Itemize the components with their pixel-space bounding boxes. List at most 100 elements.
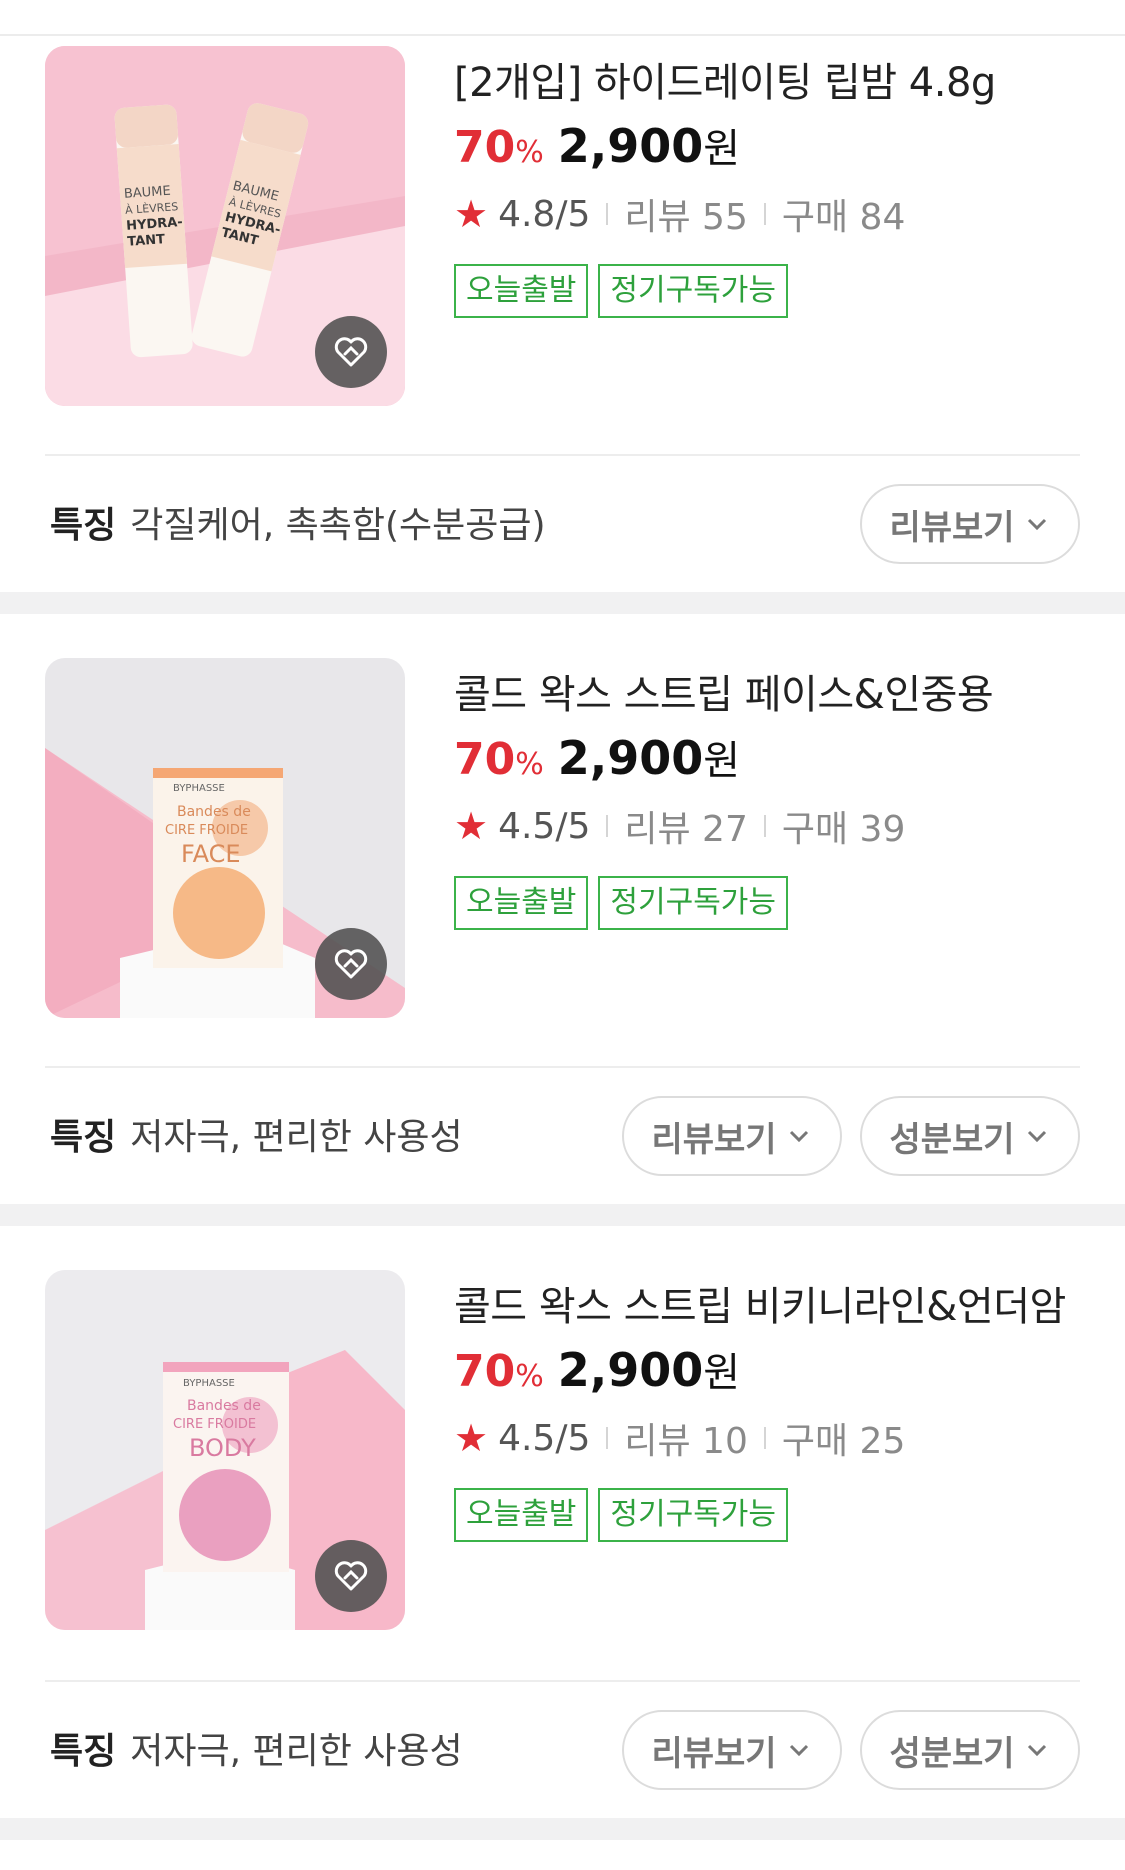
review-count: 리뷰 27 (624, 809, 748, 850)
sale-price: 2,900 (557, 1343, 704, 1397)
product-stats: ★ 4.5/5 리뷰 27 구매 39 (454, 796, 1094, 856)
stat-divider (606, 203, 609, 225)
section-separator (0, 1818, 1125, 1840)
product-title[interactable]: 콜드 왁스 스트립 비키니라인&언더암 (454, 1276, 1094, 1338)
chevron-down-icon (1027, 1130, 1046, 1143)
badge-row: 오늘출발 정기구독가능 (454, 264, 1094, 318)
badge-row: 오늘출발 정기구독가능 (454, 1488, 1094, 1542)
star-icon: ★ (454, 804, 489, 848)
review-view-label: 리뷰보기 (889, 507, 1015, 548)
badge-subscription: 정기구독가능 (598, 264, 789, 318)
heart-icon (334, 1561, 368, 1591)
stat-divider (763, 815, 766, 837)
product-image[interactable]: BAUME À LÈVRES HYDRA- TANT BAUME À LÈVRE… (45, 46, 405, 406)
ingredient-view-button[interactable]: 성분보기 (860, 1096, 1080, 1176)
stat-divider (606, 815, 609, 837)
star-icon: ★ (454, 192, 489, 236)
ingredient-view-label: 성분보기 (889, 1119, 1015, 1160)
star-icon: ★ (454, 1416, 489, 1460)
purchase-count: 구매 84 (781, 197, 906, 238)
percent-sign: % (515, 135, 544, 170)
svg-text:BYPHASSE: BYPHASSE (173, 783, 225, 794)
svg-text:Bandes de: Bandes de (177, 804, 251, 820)
svg-text:BODY: BODY (189, 1434, 256, 1462)
review-view-button[interactable]: 리뷰보기 (622, 1710, 842, 1790)
feature-label: 특징 (50, 1731, 117, 1772)
card-divider (45, 454, 1080, 456)
chevron-down-icon (1027, 518, 1046, 531)
chevron-down-icon (1027, 1744, 1046, 1757)
purchase-count: 구매 25 (781, 1421, 906, 1462)
badge-today-shipping: 오늘출발 (454, 1488, 589, 1542)
sale-price: 2,900 (557, 731, 704, 785)
ingredient-view-label: 성분보기 (889, 1733, 1015, 1774)
top-divider (0, 34, 1125, 36)
rating-value: 4.5/5 (498, 1417, 591, 1459)
svg-text:TANT: TANT (127, 232, 166, 250)
product-stats: ★ 4.8/5 리뷰 55 구매 84 (454, 184, 1094, 244)
feature-row: 특징 각질케어, 촉촉함(수분공급) (50, 482, 546, 562)
product-stats: ★ 4.5/5 리뷰 10 구매 25 (454, 1408, 1094, 1468)
section-separator (0, 1204, 1125, 1226)
discount-rate: 70 (454, 1346, 516, 1397)
product-title[interactable]: 콜드 왁스 스트립 페이스&인중용 (454, 664, 1094, 726)
review-view-label: 리뷰보기 (651, 1733, 777, 1774)
price-row: 70 % 2,900 원 (454, 1340, 1094, 1404)
svg-text:FACE: FACE (181, 840, 241, 868)
product-info: 콜드 왁스 스트립 페이스&인중용 70 % 2,900 원 ★ 4.5/5 리… (454, 664, 1094, 930)
purchase-count: 구매 39 (781, 809, 906, 850)
section-separator (0, 592, 1125, 614)
price-row: 70 % 2,900 원 (454, 116, 1094, 180)
badge-subscription: 정기구독가능 (598, 876, 789, 930)
wishlist-heart-button[interactable] (315, 316, 387, 388)
review-view-button[interactable]: 리뷰보기 (622, 1096, 842, 1176)
svg-text:Bandes de: Bandes de (187, 1398, 261, 1414)
feature-text: 저자극, 편리한 사용성 (130, 1117, 463, 1158)
ingredient-view-button[interactable]: 성분보기 (860, 1710, 1080, 1790)
svg-text:CIRE FROIDE: CIRE FROIDE (165, 823, 248, 838)
review-view-button[interactable]: 리뷰보기 (860, 484, 1080, 564)
currency-unit: 원 (703, 126, 741, 172)
sale-price: 2,900 (557, 119, 704, 173)
product-image[interactable]: BYPHASSE Bandes de CIRE FROIDE BODY (45, 1270, 405, 1630)
card-divider (45, 1066, 1080, 1068)
stat-divider (606, 1427, 609, 1449)
badge-today-shipping: 오늘출발 (454, 876, 589, 930)
review-count: 리뷰 55 (624, 197, 748, 238)
badge-today-shipping: 오늘출발 (454, 264, 589, 318)
feature-row: 특징 저자극, 편리한 사용성 (50, 1708, 463, 1788)
discount-rate: 70 (454, 734, 516, 785)
percent-sign: % (515, 1359, 544, 1394)
wishlist-heart-button[interactable] (315, 1540, 387, 1612)
feature-label: 특징 (50, 1117, 117, 1158)
product-info: [2개입] 하이드레이팅 립밤 4.8g 70 % 2,900 원 ★ 4.8/… (454, 52, 1094, 318)
svg-text:CIRE FROIDE: CIRE FROIDE (173, 1417, 256, 1432)
percent-sign: % (515, 747, 544, 782)
product-info: 콜드 왁스 스트립 비키니라인&언더암 70 % 2,900 원 ★ 4.5/5… (454, 1276, 1094, 1542)
stat-divider (763, 203, 766, 225)
review-count: 리뷰 10 (624, 1421, 748, 1462)
badge-row: 오늘출발 정기구독가능 (454, 876, 1094, 930)
rating-value: 4.5/5 (498, 805, 591, 847)
review-view-label: 리뷰보기 (651, 1119, 777, 1160)
heart-icon (334, 337, 368, 367)
svg-text:BYPHASSE: BYPHASSE (183, 1378, 235, 1389)
price-row: 70 % 2,900 원 (454, 728, 1094, 792)
discount-rate: 70 (454, 122, 516, 173)
rating-value: 4.8/5 (498, 193, 591, 235)
feature-text: 저자극, 편리한 사용성 (130, 1731, 463, 1772)
feature-text: 각질케어, 촉촉함(수분공급) (130, 505, 546, 546)
stat-divider (763, 1427, 766, 1449)
feature-row: 특징 저자극, 편리한 사용성 (50, 1094, 463, 1174)
wishlist-heart-button[interactable] (315, 928, 387, 1000)
currency-unit: 원 (703, 1350, 741, 1396)
heart-icon (334, 949, 368, 979)
feature-label: 특징 (50, 505, 117, 546)
product-title[interactable]: [2개입] 하이드레이팅 립밤 4.8g (454, 52, 1094, 114)
badge-subscription: 정기구독가능 (598, 1488, 789, 1542)
currency-unit: 원 (703, 738, 741, 784)
chevron-down-icon (789, 1744, 808, 1757)
product-image[interactable]: BYPHASSE Bandes de CIRE FROIDE FACE (45, 658, 405, 1018)
chevron-down-icon (789, 1130, 808, 1143)
card-divider (45, 1680, 1080, 1682)
